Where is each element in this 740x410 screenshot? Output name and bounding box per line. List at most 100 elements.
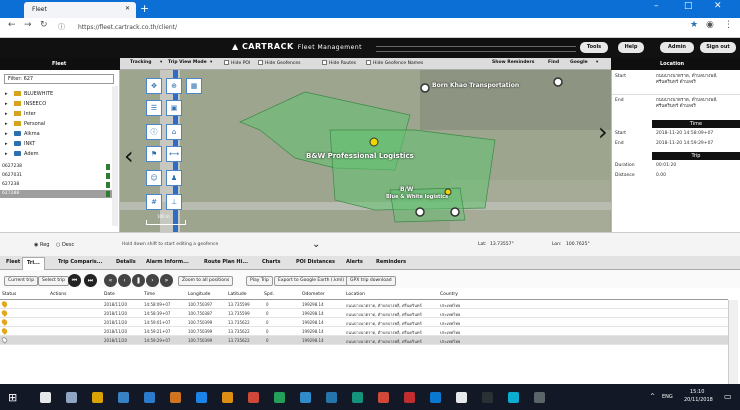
back-icon[interactable]: ← (8, 20, 16, 30)
expand-icon[interactable]: ▸ (5, 91, 8, 97)
vehicle-group-item[interactable]: ▸ INSEECO (5, 101, 46, 107)
info-icon[interactable]: ⓘ (146, 124, 162, 140)
taskbar-app-icon[interactable] (196, 392, 207, 403)
taskbar-app-icon[interactable] (378, 392, 389, 403)
vehicle-group-item[interactable]: ▸ Inter (5, 111, 36, 117)
taskbar-app-icon[interactable] (534, 392, 545, 403)
vehicle-row[interactable]: 0627238 (0, 163, 112, 171)
menu-icon[interactable]: ⋮ (724, 20, 733, 30)
taskbar-app-icon[interactable] (118, 392, 129, 403)
hide-poi-toggle[interactable]: Hide POI (224, 60, 250, 66)
bookmark-star-icon[interactable]: ★ (690, 20, 698, 30)
gpx-download-button[interactable]: GPX trip download (346, 276, 396, 286)
tab-poi-distances[interactable]: POI Distances (296, 259, 335, 265)
col-latitude[interactable]: Latitude (228, 292, 247, 297)
taskbar-app-icon[interactable] (222, 392, 233, 403)
col-status[interactable]: Status (2, 292, 16, 297)
taskbar-app-icon[interactable] (300, 392, 311, 403)
taskbar-app-icon[interactable] (66, 392, 77, 403)
taskbar-app-icon[interactable] (170, 392, 181, 403)
language-indicator[interactable]: ENG (662, 394, 673, 400)
measure-icon[interactable]: ⟷ (166, 146, 182, 162)
col-time[interactable]: Time (144, 292, 155, 297)
col-location[interactable]: Location (346, 292, 365, 297)
vehicle-group-item[interactable]: ▸ Alkma (5, 131, 40, 137)
new-tab-icon[interactable]: + (140, 3, 149, 14)
clock-time[interactable]: 15:10 (690, 389, 704, 395)
taskbar-app-icon[interactable] (144, 392, 155, 403)
poi-marker[interactable] (415, 207, 425, 217)
reload-icon[interactable]: ↻ (40, 20, 48, 30)
clock-date[interactable]: 20/11/2018 (684, 397, 713, 403)
collapse-chevron-icon[interactable]: ⌄ (312, 239, 320, 250)
table-scrollbar[interactable] (728, 300, 738, 384)
zoom-all-button[interactable]: Zoom to all positions (178, 276, 234, 286)
person-icon[interactable]: ☺ (146, 170, 162, 186)
expand-icon[interactable]: ▸ (5, 141, 8, 147)
street-view-icon[interactable]: ♟ (166, 170, 182, 186)
taskbar-app-icon[interactable] (352, 392, 363, 403)
flag-icon[interactable]: ⚑ (146, 146, 162, 162)
taskbar-app-icon[interactable] (92, 392, 103, 403)
tools-button[interactable]: Tools (580, 42, 608, 53)
vehicle-group-item[interactable]: ▸ Adem (5, 151, 38, 157)
hide-geofence-names-toggle[interactable]: Hide Geofence Names (366, 60, 423, 66)
tab-charts[interactable]: Charts (262, 259, 280, 265)
last-trip-icon[interactable]: ⏭ (84, 274, 97, 287)
first-trip-icon[interactable]: ⏮ (68, 274, 81, 287)
taskbar-app-icon[interactable] (274, 392, 285, 403)
tab-route-plan-history[interactable]: Route Plan Hi... (204, 259, 248, 265)
forward-icon[interactable]: → (24, 20, 32, 30)
grid-icon[interactable]: # (146, 194, 162, 210)
col-speed[interactable]: Spd. (264, 292, 274, 297)
table-row[interactable]: 2018/11/20 14:59:21+07 100.750399 13.735… (0, 327, 728, 336)
vehicle-group-item[interactable]: ▸ INKT (5, 141, 35, 147)
expand-icon[interactable]: ▸ (5, 111, 8, 117)
select-trip-button[interactable]: Select trip (38, 276, 70, 286)
taskbar-app-icon[interactable] (326, 392, 337, 403)
tab-details[interactable]: Details (116, 259, 136, 265)
table-row[interactable]: 2018/11/20 14:59:01+07 100.750399 13.735… (0, 318, 728, 327)
vehicle-row[interactable]: 0627031 (0, 172, 112, 180)
marker-icon[interactable]: ⌂ (166, 124, 182, 140)
maximize-button[interactable]: □ (684, 1, 693, 11)
minimize-button[interactable]: – (654, 1, 659, 11)
filter-input[interactable]: Filter: 627 (4, 74, 114, 84)
export-kml-button[interactable]: Export to Google Earth (.kml) (274, 276, 349, 286)
taskbar-app-icon[interactable] (404, 392, 415, 403)
account-icon[interactable]: ◉ (706, 20, 714, 30)
taskbar-app-icon[interactable] (40, 392, 51, 403)
poi-marker[interactable] (420, 83, 430, 93)
notification-icon[interactable]: ▭ (724, 392, 732, 401)
google-dropdown[interactable]: Google (570, 60, 588, 65)
vehicle-row-selected[interactable]: 627288 (0, 190, 112, 198)
tab-trip-comparison[interactable]: Trip Comparis... (58, 259, 102, 265)
vehicle-row[interactable]: 627238 (0, 181, 112, 189)
tracking-dropdown[interactable]: Tracking (130, 60, 151, 65)
table-row[interactable]: 2018/11/20 14:58:39+07 100.750387 13.735… (0, 309, 728, 318)
taskbar-app-icon[interactable] (456, 392, 467, 403)
rewind-icon[interactable]: « (104, 274, 117, 287)
current-trip-button[interactable]: Current trip (4, 276, 39, 286)
url-bar[interactable]: https://fleet.cartrack.co.th/client/ (72, 21, 652, 35)
trip-view-dropdown[interactable]: Trip View Mode (168, 60, 207, 65)
legend-icon[interactable]: ☰ (146, 100, 162, 116)
taskbar-app-icon[interactable] (248, 392, 259, 403)
reg-radio[interactable]: ◉ Reg (34, 242, 49, 248)
vehicle-group-item[interactable]: ▸ BLUEWHITE (5, 91, 53, 97)
col-longitude[interactable]: Longitude (188, 292, 210, 297)
pause-icon[interactable]: ❚ (132, 274, 145, 287)
vehicle-group-item[interactable]: ▸ Personal (5, 121, 45, 127)
hide-routes-toggle[interactable]: Hide Routes (322, 60, 356, 66)
back-step-icon[interactable]: ‹ (118, 274, 131, 287)
expand-icon[interactable]: ▸ (5, 151, 8, 157)
tab-alarm-information[interactable]: Alarm Inform... (146, 259, 189, 265)
show-reminders-button[interactable]: Show Reminders (492, 60, 534, 65)
pan-icon[interactable]: ✥ (146, 78, 162, 94)
tab-close-icon[interactable]: ✕ (125, 5, 130, 12)
map-view[interactable]: ✥ ⊕ ▦ ☰ ▣ ⓘ ⌂ ⚑ ⟷ ☺ ♟ # ⊥ ‹ › B&W Profes… (120, 70, 611, 232)
col-actions[interactable]: Actions (50, 292, 66, 297)
vehicle-scrollbar[interactable] (112, 86, 118, 226)
expand-icon[interactable]: ▸ (5, 121, 8, 127)
tab-reminders[interactable]: Reminders (376, 259, 406, 265)
